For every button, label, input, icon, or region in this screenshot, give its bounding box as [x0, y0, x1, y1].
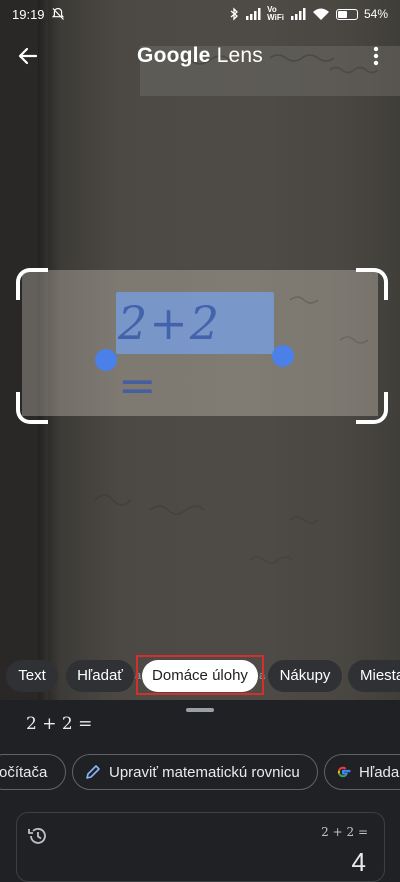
chip-search[interactable]: Hľadať	[66, 660, 134, 692]
action-row: očítača Upraviť matematickú rovnicu Hľad…	[0, 754, 400, 792]
edit-equation-label: Upraviť matematickú rovnicu	[109, 763, 300, 781]
status-time: 19:19	[12, 6, 45, 22]
battery-icon	[335, 8, 358, 20]
sheet-drag-handle[interactable]	[186, 708, 214, 712]
title-product: Lens	[216, 44, 263, 67]
bell-muted-icon	[51, 7, 64, 20]
signal-icon-2	[290, 8, 306, 20]
top-bar: Google Lens	[0, 34, 400, 78]
vowifi-label: Vo WiFi	[267, 5, 284, 22]
results-sheet: 2 + 2 = očítača Upraviť matematickú rovn…	[0, 700, 400, 882]
battery-percent: 54%	[363, 7, 388, 21]
more-options-button[interactable]	[366, 42, 386, 70]
google-search-label: Hľada	[359, 763, 400, 781]
title-brand: Google	[137, 44, 211, 67]
bluetooth-icon	[230, 7, 239, 21]
crop-corner-top-right[interactable]	[356, 268, 388, 300]
back-button[interactable]	[14, 42, 42, 70]
action-label: očítača	[0, 763, 48, 781]
edit-equation-button[interactable]: Upraviť matematickú rovnicu	[72, 754, 318, 790]
google-icon	[337, 766, 351, 778]
status-bar: 19:19 Vo WiFi 54%	[0, 0, 400, 28]
chip-text[interactable]: Text	[6, 660, 58, 692]
google-search-button[interactable]: Hľada	[324, 754, 400, 790]
active-chip-highlight	[136, 655, 264, 695]
chip-places[interactable]: Miesta	[348, 660, 400, 692]
result-value: 4	[351, 847, 366, 877]
history-icon	[28, 828, 46, 844]
action-pill-computer[interactable]: očítača	[0, 754, 66, 790]
crop-corner-top-left[interactable]	[16, 268, 48, 300]
selected-handwritten-text: 2+2 =	[118, 296, 222, 412]
wifi-icon	[312, 8, 329, 20]
result-expression: 2 + 2 =	[321, 825, 368, 839]
more-vert-icon	[373, 46, 379, 66]
selection-handle-start[interactable]	[95, 349, 117, 371]
crop-corner-bottom-right[interactable]	[356, 392, 388, 424]
app-title: Google Lens	[137, 44, 263, 68]
selection-handle-end[interactable]	[272, 345, 294, 367]
crop-corner-bottom-left[interactable]	[16, 392, 48, 424]
arrow-left-icon	[18, 47, 38, 65]
result-card[interactable]: 2 + 2 = 4	[16, 812, 385, 882]
pencil-icon	[86, 765, 100, 779]
signal-icon	[246, 8, 261, 20]
recognized-query: 2 + 2 =	[26, 714, 93, 734]
chip-shopping[interactable]: Nákupy	[268, 660, 342, 692]
